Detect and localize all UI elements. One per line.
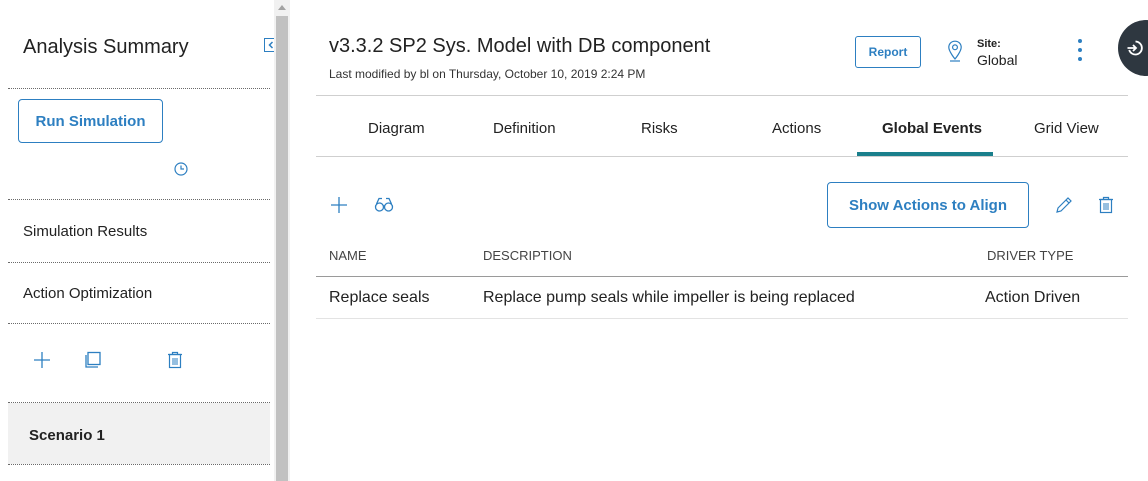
tab-risks[interactable]: Risks <box>641 120 678 137</box>
sidebar-item-simulation-results[interactable]: Simulation Results <box>23 223 147 240</box>
panel-title: Analysis Summary <box>23 36 189 58</box>
exit-icon <box>1127 40 1143 56</box>
add-global-event-icon[interactable] <box>330 196 348 214</box>
exit-button[interactable] <box>1118 20 1148 76</box>
divider <box>8 464 270 465</box>
column-header-description[interactable]: DESCRIPTION <box>483 248 572 263</box>
table-header-divider <box>316 276 1128 277</box>
table-cell-description[interactable]: Replace pump seals while impeller is bei… <box>483 289 855 307</box>
scroll-up-arrow-icon[interactable] <box>278 5 286 10</box>
copy-icon[interactable] <box>84 351 102 369</box>
scenario-label: Scenario 1 <box>29 427 105 444</box>
tab-definition[interactable]: Definition <box>493 120 556 137</box>
divider <box>8 323 270 324</box>
table-row-divider <box>316 318 1128 319</box>
site-label: Site: <box>977 38 1001 50</box>
column-header-driver-type[interactable]: DRIVER TYPE <box>987 248 1073 263</box>
divider <box>8 199 270 200</box>
tab-actions[interactable]: Actions <box>772 120 821 137</box>
report-button[interactable]: Report <box>855 36 921 68</box>
analysis-summary-panel: Analysis Summary Run Simulation Simulati… <box>0 0 278 481</box>
sidebar-item-action-optimization[interactable]: Action Optimization <box>23 285 152 302</box>
divider <box>8 88 270 89</box>
table-cell-driver-type[interactable]: Action Driven <box>985 289 1080 307</box>
run-simulation-button[interactable]: Run Simulation <box>18 99 163 143</box>
scenario-item[interactable]: Scenario 1 <box>8 403 270 464</box>
page-title: v3.3.2 SP2 Sys. Model with DB component <box>329 35 711 57</box>
site-value[interactable]: Global <box>977 52 1017 68</box>
sidebar-scrollbar[interactable] <box>274 0 290 481</box>
header-divider <box>316 95 1128 96</box>
last-modified-text: Last modified by bl on Thursday, October… <box>329 67 646 81</box>
divider <box>8 262 270 263</box>
tabs-divider <box>316 156 1128 157</box>
column-header-name[interactable]: NAME <box>329 248 367 263</box>
binoculars-icon[interactable] <box>374 197 394 213</box>
scrollbar-thumb[interactable] <box>276 16 288 481</box>
show-actions-to-align-button[interactable]: Show Actions to Align <box>827 182 1029 228</box>
trash-icon[interactable] <box>166 351 184 369</box>
plus-icon[interactable] <box>33 351 51 369</box>
kebab-menu-icon[interactable] <box>1075 38 1085 62</box>
table-cell-name[interactable]: Replace seals <box>329 289 430 307</box>
clock-icon[interactable] <box>173 161 189 177</box>
tab-grid-view[interactable]: Grid View <box>1034 120 1099 137</box>
location-pin-icon <box>948 40 962 62</box>
tab-diagram[interactable]: Diagram <box>368 120 425 137</box>
trash-icon[interactable] <box>1097 196 1115 214</box>
tab-global-events[interactable]: Global Events <box>882 120 982 137</box>
pencil-icon[interactable] <box>1055 196 1073 214</box>
